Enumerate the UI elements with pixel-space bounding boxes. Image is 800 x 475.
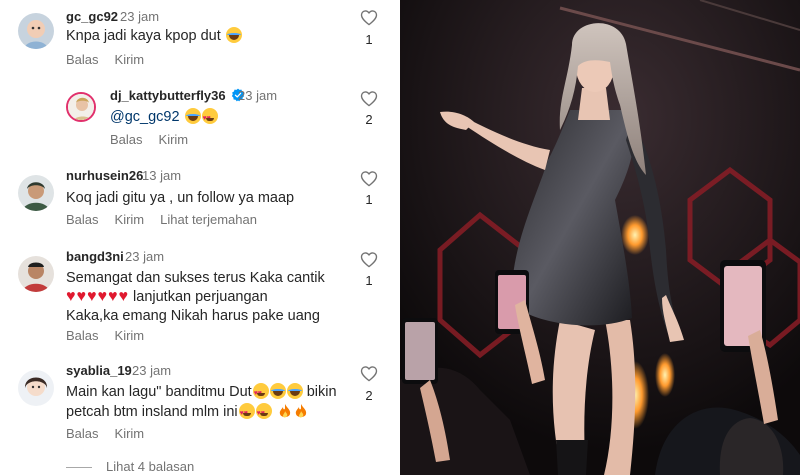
comment-body: Main kan lagu" banditmu Dut [66, 384, 252, 400]
send-button[interactable]: Kirim [159, 132, 189, 147]
comment-line: Main kan lagu" banditmu Dut bikin [66, 382, 337, 404]
like-count: 1 [365, 32, 373, 47]
red-heart-emoji: ♥ [108, 288, 118, 305]
red-heart-emoji: ♥ [76, 288, 87, 305]
timestamp: 23 jam [120, 9, 160, 24]
comment-item: bangd3ni 23 jam Semangat dan sukses teru… [0, 240, 400, 352]
comment-line: ♥♥♥♥♥♥ lanjutkan perjuangan [66, 287, 268, 307]
post-photo [400, 0, 800, 475]
send-button[interactable]: Kirim [115, 426, 145, 441]
comment-body: Knpa jadi kaya kpop dut [66, 28, 221, 44]
heart-outline-icon[interactable] [360, 365, 378, 382]
view-replies-button[interactable]: Lihat 4 balasan [66, 459, 194, 474]
comment-line: Kaka,ka emang Nikah harus pake uang [66, 308, 320, 324]
reply-button[interactable]: Balas [66, 52, 99, 67]
heart-outline-icon[interactable] [360, 9, 378, 26]
comment-actions: Balas Kirim [110, 132, 204, 147]
username[interactable]: nurhusein26 [66, 168, 143, 183]
reply-button[interactable]: Balas [110, 132, 143, 147]
laugh-emoji [269, 383, 286, 399]
comments-panel: gc_gc92 23 jam Knpa jadi kaya kpop dut B… [0, 0, 400, 475]
send-button[interactable]: Kirim [115, 328, 145, 343]
heart-outline-icon[interactable] [360, 251, 378, 268]
heart-eyes-emoji [201, 108, 218, 129]
reply-button[interactable]: Balas [66, 328, 99, 343]
comment-line: petcah btm insland mlm ini [66, 402, 308, 424]
heart-eyes-emoji [238, 403, 255, 424]
comment-body: lanjutkan perjuangan [133, 289, 268, 305]
comment-text: Knpa jadi kaya kpop dut [66, 26, 242, 46]
reply-button[interactable]: Balas [66, 426, 99, 441]
avatar[interactable] [18, 256, 54, 292]
laugh-emoji [184, 108, 201, 124]
like-count: 2 [365, 112, 373, 127]
timestamp: 13 jam [142, 168, 182, 183]
username[interactable]: dj_kattybutterfly36 [110, 88, 245, 103]
comment-text: @gc_gc92 [110, 107, 218, 129]
concert-stage-image [400, 0, 800, 475]
comment-line: Semangat dan sukses terus Kaka cantik [66, 270, 325, 286]
timestamp: 23 jam [132, 363, 172, 378]
username[interactable]: syablia_19 [66, 363, 132, 378]
timestamp: 23 jam [238, 88, 278, 103]
comment-actions: Balas Kirim [66, 52, 160, 67]
comment-actions: Balas Kirim [66, 426, 160, 441]
username[interactable]: bangd3ni [66, 249, 124, 264]
timestamp: 23 jam [125, 249, 165, 264]
laugh-emoji [225, 27, 242, 43]
reply-button[interactable]: Balas [66, 212, 99, 227]
username-text[interactable]: dj_kattybutterfly36 [110, 88, 226, 103]
avatar[interactable] [66, 92, 96, 122]
fire-emoji [279, 404, 290, 418]
like-count: 1 [365, 273, 373, 288]
comment-item: syablia_19 23 jam Main kan lagu" banditm… [0, 352, 400, 452]
like-count: 1 [365, 192, 373, 207]
comment-body: petcah btm insland mlm ini [66, 404, 238, 420]
heart-outline-icon[interactable] [360, 90, 378, 107]
avatar[interactable] [18, 175, 54, 211]
red-heart-emoji: ♥ [118, 288, 129, 305]
comment-item: nurhusein26 13 jam Koq jadi gitu ya , un… [0, 160, 400, 240]
comment-actions: Balas Kirim Lihat terjemahan [66, 212, 273, 227]
send-button[interactable]: Kirim [115, 212, 145, 227]
heart-eyes-emoji [255, 403, 272, 424]
reply-item: dj_kattybutterfly36 23 jam @gc_gc92 Bala… [0, 80, 400, 160]
send-button[interactable]: Kirim [115, 52, 145, 67]
red-heart-emoji: ♥ [97, 288, 108, 305]
red-heart-emoji: ♥ [66, 288, 76, 305]
mention-link[interactable]: @gc_gc92 [110, 109, 180, 125]
fire-emoji [295, 404, 306, 418]
comment-text: Koq jadi gitu ya , un follow ya maap [66, 190, 295, 206]
like-count: 2 [365, 388, 373, 403]
avatar[interactable] [18, 13, 54, 49]
red-heart-emoji: ♥ [87, 288, 97, 305]
laugh-emoji [286, 383, 303, 399]
username[interactable]: gc_gc92 [66, 9, 118, 24]
heart-eyes-emoji [252, 383, 269, 404]
translate-button[interactable]: Lihat terjemahan [160, 212, 257, 227]
comment-body: bikin [306, 384, 337, 400]
avatar[interactable] [18, 370, 54, 406]
comment-actions: Balas Kirim [66, 328, 160, 343]
heart-outline-icon[interactable] [360, 170, 378, 187]
comment-item: gc_gc92 23 jam Knpa jadi kaya kpop dut B… [0, 0, 400, 80]
